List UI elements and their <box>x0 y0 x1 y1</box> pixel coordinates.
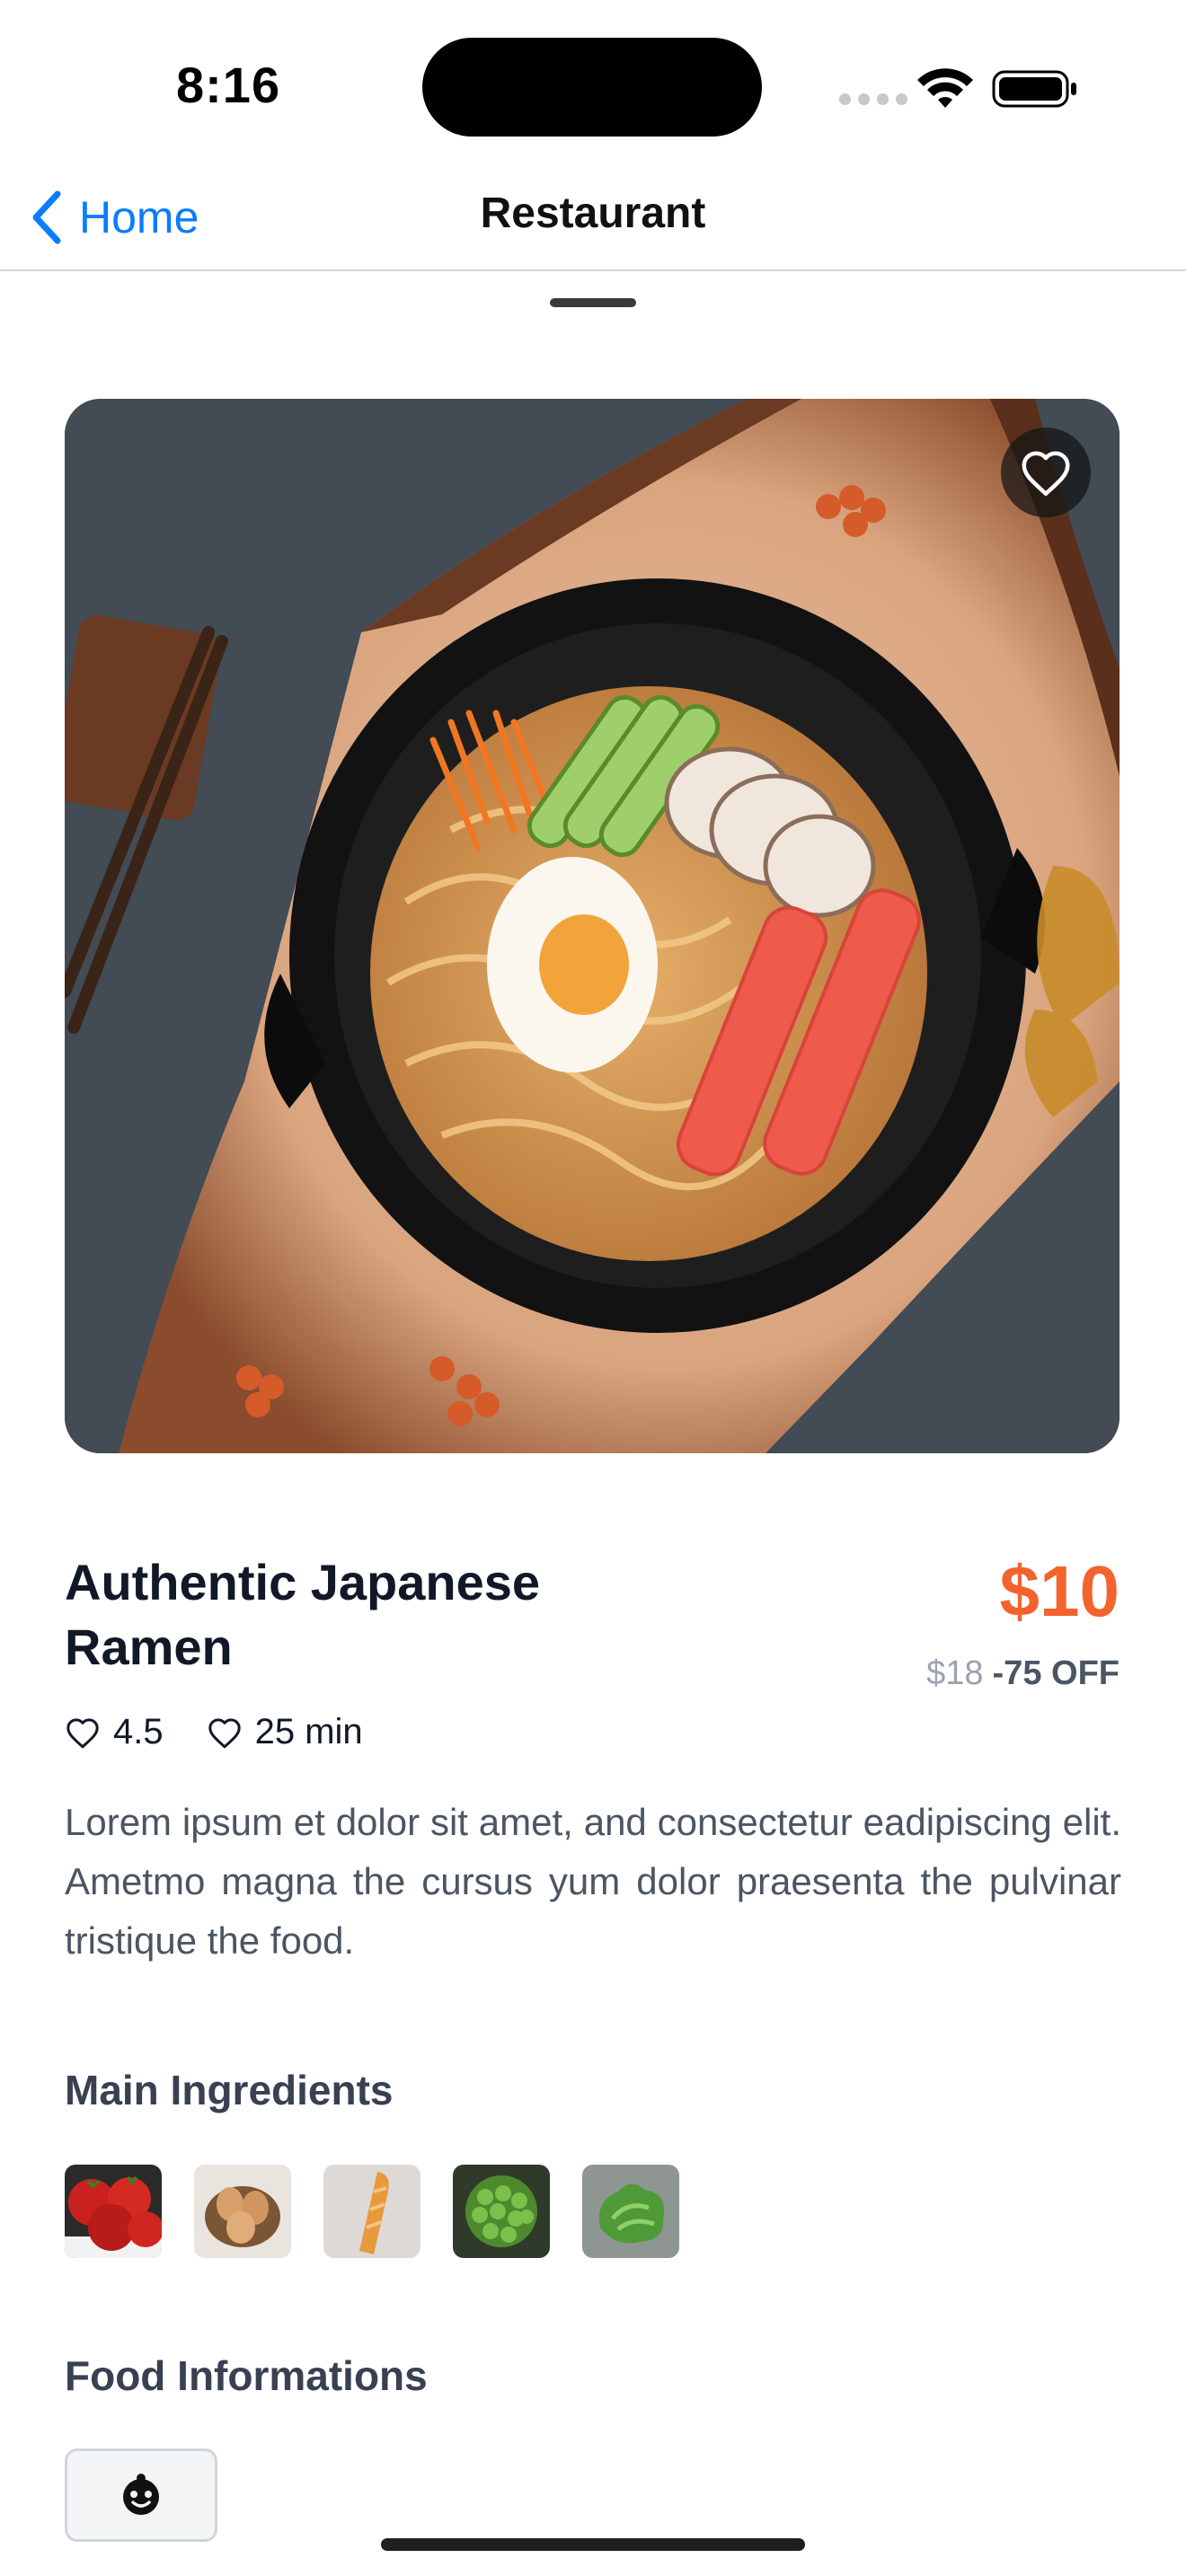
food-info-heading: Food Informations <box>65 2352 428 2399</box>
ingredient-tomato[interactable] <box>65 2165 162 2258</box>
navigation-bar: Home Restaurant <box>0 171 1186 271</box>
dish-image <box>65 399 1120 1453</box>
dynamic-island <box>422 38 762 137</box>
food-info-baby-friendly[interactable] <box>65 2448 217 2542</box>
old-price: $18 <box>926 1654 984 1692</box>
peas-photo <box>453 2165 550 2258</box>
lettuce-photo <box>582 2165 679 2258</box>
eggs-photo <box>194 2165 291 2258</box>
cellular-signal-icon <box>839 93 907 105</box>
prep-time: 25 min <box>207 1712 363 1752</box>
favorite-button[interactable] <box>1001 428 1091 517</box>
heart-outline-icon <box>208 1717 241 1748</box>
status-time: 8:16 <box>176 57 281 113</box>
ingredients-list <box>65 2165 679 2258</box>
ingredients-heading: Main Ingredients <box>65 2067 394 2113</box>
sheet-grabber[interactable] <box>550 298 636 307</box>
bread-photo <box>323 2165 420 2258</box>
status-bar: 8:16 <box>0 0 1186 171</box>
ingredient-peas[interactable] <box>453 2165 550 2258</box>
ingredient-lettuce[interactable] <box>582 2165 679 2258</box>
price: $10 <box>999 1551 1120 1631</box>
heart-icon <box>1022 451 1070 496</box>
price-discount-row: $18 -75 OFF <box>926 1654 1120 1693</box>
discount-label: -75 OFF <box>992 1654 1120 1692</box>
ingredient-eggs[interactable] <box>194 2165 291 2258</box>
battery-icon <box>992 70 1076 108</box>
ingredient-bread[interactable] <box>323 2165 420 2258</box>
baby-face-icon <box>123 2474 159 2515</box>
home-indicator[interactable] <box>381 2538 805 2551</box>
tomato-photo <box>65 2165 162 2258</box>
rating: 4.5 <box>65 1712 164 1752</box>
wifi-icon <box>917 68 973 108</box>
page-title: Restaurant <box>480 190 706 237</box>
dish-meta: 4.5 25 min <box>65 1712 363 1752</box>
dish-title: Authentic Japanese Ramen <box>65 1554 541 1675</box>
ramen-bowl-photo <box>65 399 1120 1453</box>
heart-outline-icon <box>66 1717 99 1748</box>
prep-time-value: 25 min <box>254 1712 363 1751</box>
dish-description: Lorem ipsum et dolor sit amet, and conse… <box>65 1801 1121 1962</box>
rating-value: 4.5 <box>113 1712 164 1751</box>
